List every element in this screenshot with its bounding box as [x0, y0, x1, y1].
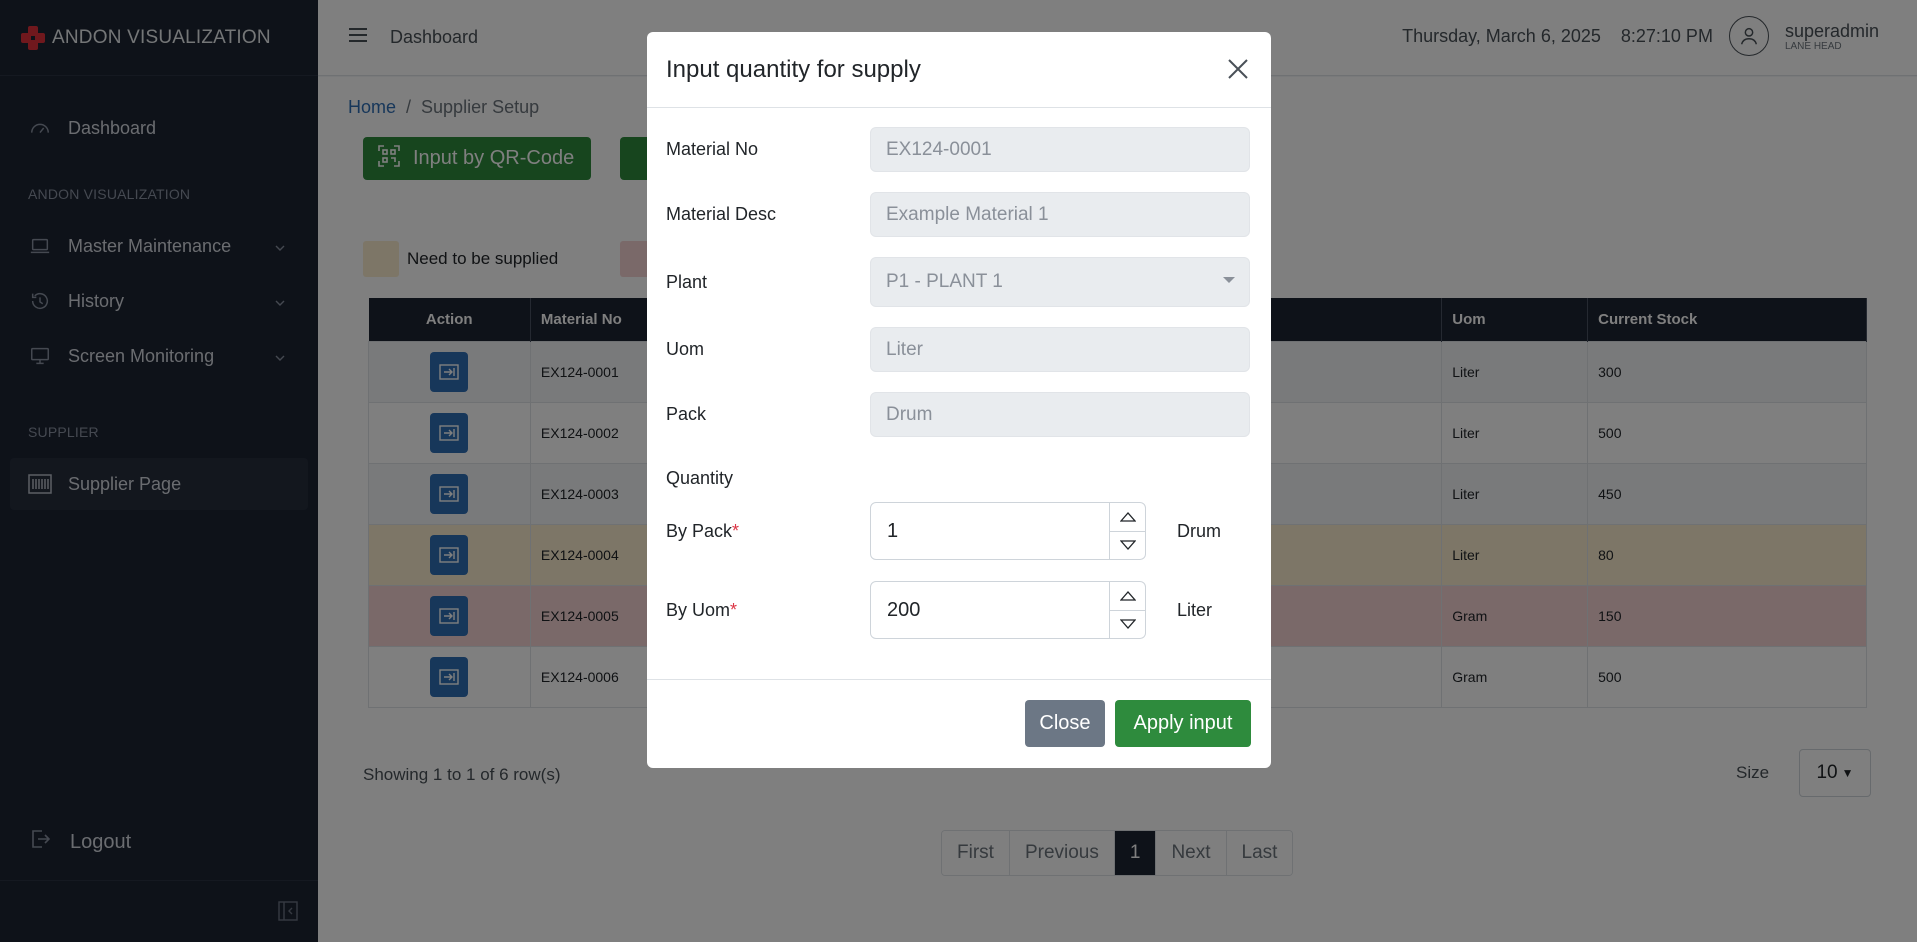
by-uom-label: By Uom* [666, 600, 870, 621]
pack-row: Pack Drum [666, 392, 1250, 437]
by-pack-row: By Pack* 1 Drum [666, 502, 1221, 560]
modal-title: Input quantity for supply [666, 55, 921, 83]
by-pack-label-text: By Pack [666, 520, 733, 541]
by-uom-row: By Uom* 200 Liter [666, 581, 1212, 639]
material-no-row: Material No EX124-0001 [666, 127, 1250, 172]
plant-value: P1 - PLANT 1 [886, 271, 1003, 292]
quantity-label: Quantity [666, 468, 734, 488]
by-uom-stepper[interactable]: 200 [870, 581, 1146, 639]
required-asterisk: * [730, 599, 738, 620]
quantity-heading-row: Quantity [666, 468, 870, 489]
material-desc-row: Material Desc Example Material 1 [666, 192, 1250, 237]
close-button[interactable]: Close [1025, 700, 1105, 747]
uom-label: Uom [666, 339, 705, 359]
by-pack-stepper[interactable]: 1 [870, 502, 1146, 560]
material-no-label: Material No [666, 139, 759, 159]
by-uom-spinner [1109, 582, 1145, 638]
caret-down-icon [1223, 277, 1235, 283]
supply-quantity-modal: Input quantity for supply Material No EX… [647, 32, 1271, 768]
modal-header: Input quantity for supply [647, 32, 1271, 108]
by-pack-value[interactable]: 1 [871, 520, 1109, 543]
material-desc-field: Example Material 1 [870, 192, 1250, 237]
by-uom-value[interactable]: 200 [871, 599, 1109, 622]
increment-icon[interactable] [1110, 503, 1145, 532]
by-uom-unit: Liter [1177, 599, 1213, 620]
by-pack-unit: Drum [1177, 520, 1221, 541]
by-uom-label-text: By Uom [666, 599, 731, 620]
material-desc-label: Material Desc [666, 204, 777, 224]
increment-icon[interactable] [1110, 582, 1145, 611]
required-asterisk: * [732, 520, 740, 541]
plant-select: P1 - PLANT 1 [870, 257, 1250, 307]
plant-row: Plant P1 - PLANT 1 [666, 257, 1250, 307]
apply-input-button[interactable]: Apply input [1115, 700, 1251, 747]
by-pack-label: By Pack* [666, 521, 870, 542]
close-icon[interactable] [1223, 54, 1253, 84]
pack-label: Pack [666, 404, 707, 424]
decrement-icon[interactable] [1110, 611, 1145, 639]
plant-label: Plant [666, 271, 708, 292]
by-pack-spinner [1109, 503, 1145, 559]
pack-field: Drum [870, 392, 1250, 437]
modal-footer: Close Apply input [647, 679, 1271, 768]
uom-field: Liter [870, 327, 1250, 372]
uom-row: Uom Liter [666, 327, 1250, 372]
decrement-icon[interactable] [1110, 532, 1145, 560]
material-no-field: EX124-0001 [870, 127, 1250, 172]
